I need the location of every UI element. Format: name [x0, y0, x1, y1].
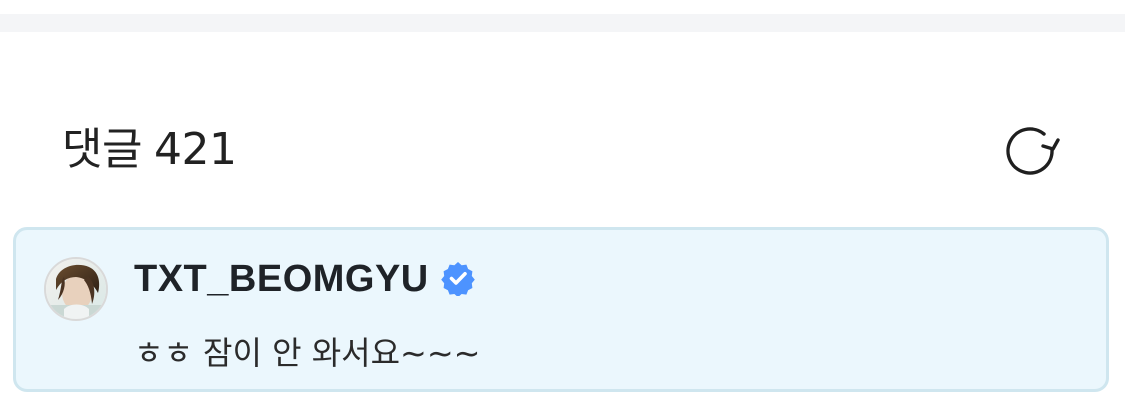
comments-header: 댓글 421: [62, 115, 1062, 185]
comments-title: 댓글 421: [62, 124, 237, 175]
top-strip: [0, 0, 1125, 14]
refresh-button[interactable]: [998, 118, 1062, 182]
comment-card: TXT_BEOMGYU ㅎㅎ 잠이 안 와서요~~~: [13, 227, 1109, 392]
verified-badge-icon: [439, 259, 477, 297]
top-band: [0, 14, 1125, 32]
comment-body: TXT_BEOMGYU ㅎㅎ 잠이 안 와서요~~~: [134, 254, 1078, 371]
refresh-icon: [1000, 118, 1060, 183]
comment-username[interactable]: TXT_BEOMGYU: [134, 260, 429, 298]
comments-count: 421: [153, 124, 237, 175]
comments-title-label: 댓글: [62, 124, 142, 175]
comment-text: ㅎㅎ 잠이 안 와서요~~~: [134, 334, 481, 372]
username-row: TXT_BEOMGYU: [134, 254, 1078, 304]
avatar[interactable]: [44, 257, 108, 321]
